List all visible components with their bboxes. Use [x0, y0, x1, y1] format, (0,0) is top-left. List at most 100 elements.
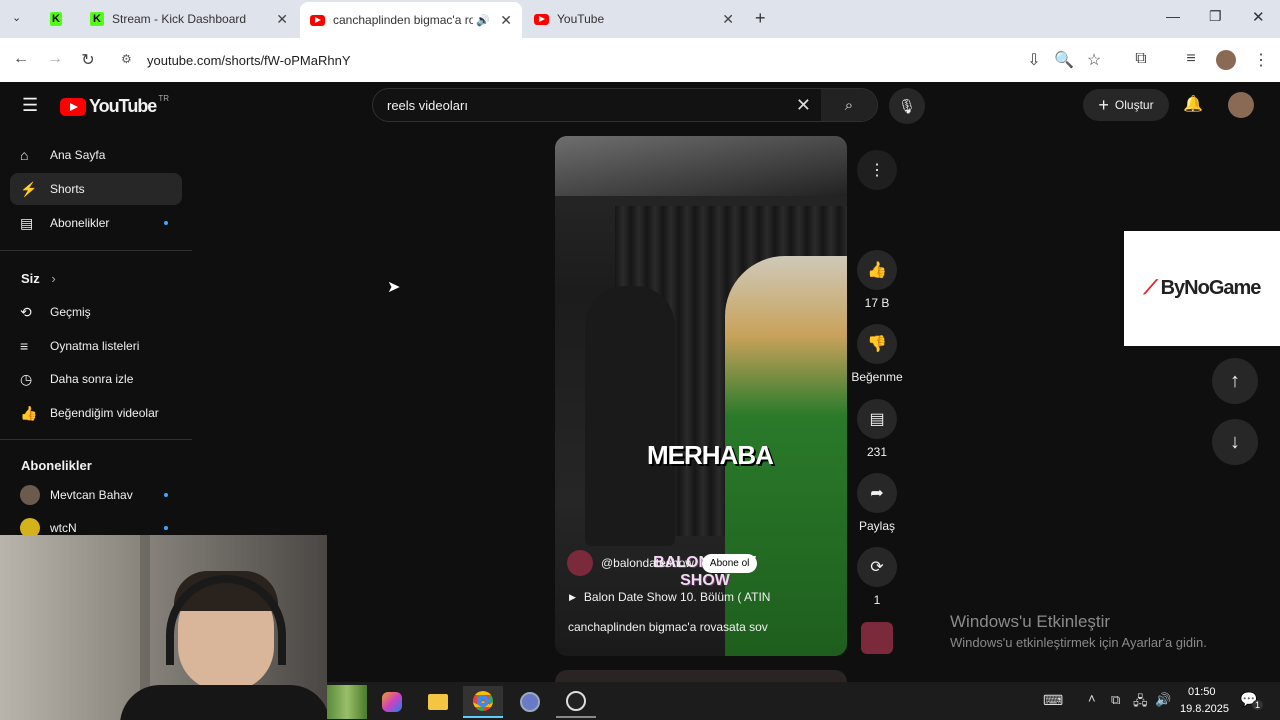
minimize-icon[interactable]: —	[1166, 8, 1180, 24]
window-close-icon[interactable]: ✕	[1252, 8, 1265, 26]
zoom-icon[interactable]: 🔍	[1054, 50, 1074, 70]
sidebar-item-subscriptions[interactable]: ▤ Abonelikler	[10, 207, 182, 239]
youtube-logo[interactable]: YouTube TR	[60, 94, 169, 117]
sidebar-item-home[interactable]: ⌂ Ana Sayfa	[10, 139, 182, 171]
next-short-button[interactable]: ↓	[1212, 419, 1258, 465]
reload-icon[interactable]: ↻	[78, 50, 98, 70]
comments-button[interactable]: ▤ 231	[852, 399, 902, 459]
youtube-icon	[310, 14, 325, 26]
obs-logo	[566, 691, 586, 711]
sidebar-sub-channel[interactable]: Mevtcan Bahav	[10, 479, 182, 511]
chrome-logo	[473, 691, 493, 711]
clock-time[interactable]: 01:50	[1188, 686, 1216, 698]
sidebar-item-label: Abonelikler	[50, 216, 110, 230]
webcam-overlay	[0, 535, 327, 720]
url-text: youtube.com/shorts/fW-oPMaRhnY	[147, 52, 351, 68]
sidebar-item-shorts[interactable]: ⚡ Shorts	[10, 173, 182, 205]
share-button[interactable]: ➦ Paylaş	[852, 473, 902, 533]
notifications-bell-icon[interactable]: 🔔	[1183, 94, 1203, 114]
create-button[interactable]: + Oluştur	[1083, 89, 1169, 121]
install-icon[interactable]: ⇩	[1024, 50, 1044, 70]
restore-icon[interactable]: ❐	[1209, 8, 1222, 25]
subscriptions-icon: ▤	[20, 214, 34, 231]
search-button[interactable]: ⌕	[821, 89, 877, 121]
tab-title: canchaplinden bigmac'a ro	[333, 13, 473, 27]
game-app-icon[interactable]	[327, 685, 367, 719]
more-options-button[interactable]: ⋮	[852, 150, 902, 196]
arrow-up-icon: ↑	[1230, 369, 1240, 392]
new-content-dot	[164, 526, 168, 530]
account-avatar[interactable]	[1228, 92, 1254, 118]
new-tab-icon[interactable]: +	[755, 8, 766, 29]
tab-short-active[interactable]: canchaplinden bigmac'a ro 🔊 ✕	[300, 2, 522, 38]
sidebar-item-label: Shorts	[50, 182, 85, 196]
bookmark-star-icon[interactable]: ☆	[1084, 50, 1104, 70]
network-icon[interactable]: 🖧	[1133, 692, 1148, 714]
remix-icon: ⟳	[857, 547, 897, 587]
create-label: Oluştur	[1114, 98, 1154, 112]
channel-avatar[interactable]	[567, 550, 593, 576]
keyboard-icon[interactable]: ⌨	[1043, 692, 1063, 709]
tab-kick-pinned[interactable]: K	[40, 4, 80, 34]
sound-channel-thumbnail[interactable]	[861, 622, 893, 654]
search-input[interactable]: reels videoları	[373, 98, 773, 113]
ad-banner[interactable]: ⟋ ByNoGame	[1124, 231, 1280, 346]
close-icon[interactable]: ✕	[276, 11, 288, 28]
tray-chevron-icon[interactable]: ˄	[1088, 691, 1096, 706]
comment-count: 231	[866, 445, 888, 459]
voice-search-button[interactable]: 🎙	[889, 88, 925, 124]
share-icon: ➦	[857, 473, 897, 513]
sidebar-item-watch-later[interactable]: ◷ Daha sonra izle	[10, 363, 182, 395]
clock-date[interactable]: 19.8.2025	[1180, 703, 1229, 715]
close-icon[interactable]: ✕	[500, 12, 512, 29]
logo-region: TR	[158, 94, 169, 103]
sidebar-item-playlists[interactable]: ≡ Oynatma listeleri	[10, 330, 182, 362]
shorts-icon: ⚡	[20, 180, 38, 197]
chrome-icon[interactable]	[463, 686, 503, 718]
previous-short-button[interactable]: ↑	[1212, 358, 1258, 404]
tab-youtube[interactable]: YouTube ✕	[524, 4, 744, 34]
obs-icon[interactable]	[556, 686, 596, 718]
chevron-right-icon: ›	[51, 271, 56, 286]
playlist-icon: ≡	[20, 338, 29, 354]
app-circle-icon[interactable]	[510, 686, 550, 718]
tab-kick-dashboard[interactable]: K Stream - Kick Dashboard ✕	[80, 4, 298, 34]
sidebar-item-history[interactable]: ⟲ Geçmiş	[10, 296, 182, 328]
sidebar-item-liked-videos[interactable]: 👍 Beğendiğim videolar	[10, 397, 182, 429]
device-icon[interactable]: ⧉	[1111, 692, 1120, 708]
search-box[interactable]: reels videoları ✕ ⌕	[372, 88, 878, 122]
media-controls-icon[interactable]: ≡	[1181, 50, 1201, 68]
like-button[interactable]: 👍 17 B	[852, 250, 902, 310]
search-icon: ⌕	[844, 96, 854, 114]
next-short-preview	[555, 670, 847, 682]
clear-search-icon[interactable]: ✕	[796, 95, 811, 116]
tab-list-chevron-icon[interactable]: ⌄	[12, 11, 21, 24]
home-icon: ⌂	[20, 147, 29, 163]
playlist-title: Balon Date Show 10. Bölüm ( ATIN	[583, 590, 771, 604]
youtube-play-icon	[60, 97, 86, 116]
browser-menu-icon[interactable]: ⋮	[1251, 50, 1271, 70]
forward-icon[interactable]: →	[45, 50, 65, 68]
address-bar[interactable]: ⚙ youtube.com/shorts/fW-oPMaRhnY	[113, 44, 1023, 76]
channel-handle[interactable]: @balondateshow	[601, 556, 694, 570]
clock-icon: ◷	[20, 370, 33, 387]
hamburger-menu-icon[interactable]: ☰	[22, 95, 38, 116]
speaker-icon[interactable]: 🔊	[476, 14, 490, 27]
you-section-heading[interactable]: Siz ›	[21, 271, 56, 286]
close-icon[interactable]: ✕	[722, 11, 734, 28]
copilot-icon[interactable]	[372, 686, 412, 718]
game-thumbnail	[327, 685, 367, 719]
volume-icon[interactable]: 🔊	[1155, 692, 1171, 708]
profile-avatar[interactable]	[1216, 50, 1236, 70]
back-icon[interactable]: ←	[11, 50, 31, 68]
site-info-icon[interactable]: ⚙	[121, 52, 132, 66]
playlist-link[interactable]: ▶ Balon Date Show 10. Bölüm ( ATIN	[569, 590, 770, 604]
extensions-icon[interactable]: ⧉	[1131, 50, 1151, 68]
remix-button[interactable]: ⟳ 1	[852, 547, 902, 607]
dislike-button[interactable]: 👎 Beğenme	[847, 324, 907, 384]
short-video-player[interactable]: MERHABA BALON DATE SHOW @balondateshow A…	[555, 136, 847, 656]
history-icon: ⟲	[20, 303, 32, 320]
comment-icon: ▤	[857, 399, 897, 439]
file-explorer-icon[interactable]	[418, 686, 458, 718]
subscribe-button[interactable]: Abone ol	[701, 553, 758, 573]
